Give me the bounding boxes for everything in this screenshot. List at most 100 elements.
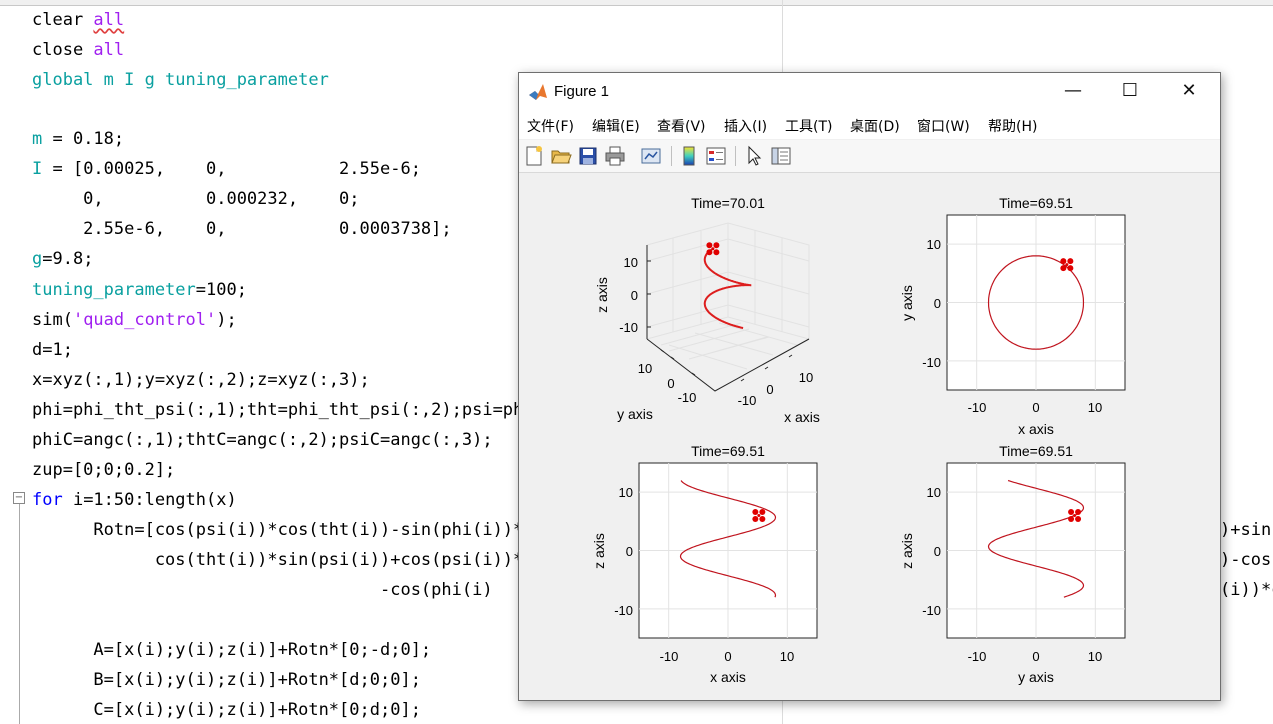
code-line-13[interactable]: x=xyz(:,1);y=xyz(:,2);z=xyz(:,3); — [32, 370, 370, 390]
menu-file[interactable]: 文件(F) — [527, 116, 574, 136]
code-line-20[interactable]: -cos(phi(i) — [32, 580, 493, 600]
open-file-icon[interactable] — [550, 145, 572, 167]
code-line-22[interactable]: A=[x(i);y(i);z(i)]+Rotn*[0;-d;0]; — [32, 640, 431, 660]
print-icon[interactable] — [604, 145, 626, 167]
xy-ytick-0: 0 — [934, 296, 941, 311]
rotor-dot — [713, 242, 720, 249]
insert-legend-icon[interactable] — [705, 145, 727, 167]
code-line-2[interactable]: close all — [32, 40, 124, 60]
code-line-9[interactable]: g=9.8; — [32, 249, 93, 269]
xz-xtick-neg10: -10 — [660, 649, 679, 664]
rotor-dot — [757, 514, 761, 517]
minimize-button[interactable]: — — [1050, 73, 1096, 111]
code-line-16[interactable]: zup=[0;0;0.2]; — [32, 460, 175, 480]
code-line-8[interactable]: 2.55e-6, 0, 0.0003738]; — [32, 219, 451, 239]
z-tick-10: 10 — [624, 255, 638, 270]
code-line-15[interactable]: phiC=angc(:,1);thtC=angc(:,2);psiC=angc(… — [32, 430, 493, 450]
z-tick-0: 0 — [631, 288, 638, 303]
x-tick-0: 0 — [766, 382, 773, 397]
code-fold-guide — [19, 504, 20, 724]
subplot-grid: Time=70.01 10 0 -10 z axis 10 0 -10 y ax… — [591, 195, 1126, 685]
x-tick-10: 10 — [799, 370, 813, 385]
code-line-3[interactable]: global m I g tuning_parameter — [32, 70, 329, 90]
editor-tab-strip — [0, 0, 1273, 6]
rotor-dot — [759, 516, 766, 522]
chart-title-4: Time=69.51 — [999, 443, 1073, 459]
menu-insert[interactable]: 插入(I) — [724, 116, 767, 136]
code-line-19[interactable]: cos(tht(i))*sin(psi(i))+cos(psi(i))*s — [32, 550, 534, 570]
save-icon[interactable] — [577, 145, 599, 167]
insert-colorbar-icon[interactable] — [678, 145, 700, 167]
xy-ytick-neg10: -10 — [922, 355, 941, 370]
code-fold-toggle[interactable]: − — [13, 492, 25, 504]
figure-toolbar — [519, 140, 1220, 173]
code-line-5[interactable]: m = 0.18; — [32, 129, 124, 149]
chart-title-2: Time=69.51 — [999, 195, 1073, 211]
rotor-dot — [713, 249, 720, 256]
quadrotor-marker-3d — [706, 242, 720, 256]
axes-xz[interactable]: Time=69.51 10 0 -10 -10 0 10 x axis z ax… — [591, 443, 818, 685]
rotor-dot — [1068, 516, 1075, 522]
x-axis-label-1: x axis — [784, 409, 820, 425]
code-line-11[interactable]: sim('quad_control'); — [32, 310, 237, 330]
axes-xy[interactable]: Time=69.51 10 0 -10 -10 0 10 x axis y ax… — [899, 195, 1126, 437]
chart-title-1: Time=70.01 — [691, 195, 765, 211]
code-line-20-overflow: (i))*c — [1220, 580, 1273, 600]
matlab-logo-icon — [529, 84, 547, 100]
xz-xtick-0: 0 — [724, 649, 731, 664]
xy-ylabel: y axis — [899, 285, 915, 321]
maximize-button[interactable]: ☐ — [1107, 73, 1153, 111]
code-line-7[interactable]: 0, 0.000232, 0; — [32, 189, 359, 209]
axes-3d-grid — [646, 222, 810, 370]
code-line-6[interactable]: I = [0.00025, 0, 2.55e-6; — [32, 159, 421, 179]
rotor-dot — [752, 509, 759, 515]
rotor-dot — [1075, 509, 1082, 515]
xz-ytick-0: 0 — [626, 544, 633, 559]
close-button[interactable]: ✕ — [1166, 73, 1212, 111]
figure-menu-bar: 文件(F) 编辑(E) 查看(V) 插入(I) 工具(T) 桌面(D) 窗口(W… — [519, 111, 1220, 169]
code-line-17[interactable]: for i=1:50:length(x) — [32, 490, 237, 510]
new-figure-icon[interactable] — [523, 145, 545, 167]
figure-title-bar[interactable]: Figure 1 — ☐ ✕ — [519, 73, 1220, 111]
rotor-dot — [1065, 263, 1069, 267]
menu-desktop[interactable]: 桌面(D) — [850, 116, 900, 136]
code-line-10[interactable]: tuning_parameter=100; — [32, 280, 247, 300]
axes-yz[interactable]: Time=69.51 10 0 -10 -10 0 10 y axis z ax… — [899, 443, 1126, 685]
chart-title-3: Time=69.51 — [691, 443, 765, 459]
code-line-14[interactable]: phi=phi_tht_psi(:,1);tht=phi_tht_psi(:,2… — [32, 400, 534, 420]
xz-ylabel: z axis — [591, 533, 607, 569]
x-tick-neg10: -10 — [738, 393, 757, 408]
edit-plot-arrow-icon[interactable] — [743, 145, 765, 167]
axes-3d[interactable]: Time=70.01 10 0 -10 z axis 10 0 -10 y ax… — [594, 195, 820, 425]
code-line-19-overflow: )-cos — [1220, 550, 1272, 570]
rotor-dot — [1060, 265, 1067, 272]
y-axis-label-1: y axis — [617, 406, 653, 422]
toolbar-separator — [671, 146, 672, 166]
yz-xtick-neg10: -10 — [968, 649, 987, 664]
rotor-dot — [1073, 514, 1077, 517]
xz-xtick-10: 10 — [780, 649, 794, 664]
property-inspector-icon[interactable] — [770, 145, 792, 167]
code-line-24[interactable]: C=[x(i);y(i);z(i)]+Rotn*[0;d;0]; — [32, 700, 421, 720]
rotor-dot — [706, 249, 713, 256]
y-tick-neg10: -10 — [678, 390, 697, 405]
code-line-23[interactable]: B=[x(i);y(i);z(i)]+Rotn*[d;0;0]; — [32, 670, 421, 690]
code-line-12[interactable]: d=1; — [32, 340, 73, 360]
xy-xtick-10: 10 — [1088, 400, 1102, 415]
rotor-dot — [1075, 516, 1082, 522]
menu-view[interactable]: 查看(V) — [657, 116, 706, 136]
z-tick-neg10: -10 — [619, 320, 638, 335]
figure-canvas[interactable]: Time=70.01 10 0 -10 z axis 10 0 -10 y ax… — [519, 173, 1220, 699]
xy-xtick-neg10: -10 — [968, 400, 987, 415]
menu-tools[interactable]: 工具(T) — [785, 116, 832, 136]
menu-help[interactable]: 帮助(H) — [988, 116, 1037, 136]
code-line-1[interactable]: clear all — [32, 10, 124, 30]
figure-window[interactable]: Figure 1 — ☐ ✕ 文件(F) 编辑(E) 查看(V) 插入(I) 工… — [518, 72, 1221, 701]
y-tick-0: 0 — [667, 376, 674, 391]
link-plot-icon[interactable] — [640, 145, 662, 167]
toolbar-separator-2 — [735, 146, 736, 166]
code-line-18[interactable]: Rotn=[cos(psi(i))*cos(tht(i))-sin(phi(i)… — [32, 520, 533, 540]
yz-xtick-0: 0 — [1032, 649, 1039, 664]
menu-edit[interactable]: 编辑(E) — [592, 116, 640, 136]
menu-window[interactable]: 窗口(W) — [917, 116, 970, 136]
